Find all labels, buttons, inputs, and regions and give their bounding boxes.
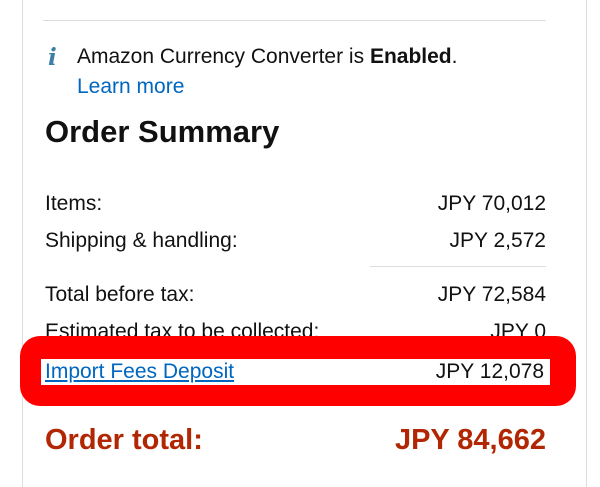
notice-suffix: . (451, 45, 458, 68)
currency-converter-notice: Amazon Currency Converter is Enabled. (77, 45, 457, 69)
import-fees-link[interactable]: Import Fees Deposit (45, 360, 234, 384)
shipping-label: Shipping & handling: (45, 229, 238, 252)
shipping-value: JPY 2,572 (449, 229, 546, 252)
subtotal-divider (370, 266, 546, 267)
items-row: Items: JPY 70,012 (45, 192, 546, 220)
top-divider (43, 20, 546, 21)
learn-more-link[interactable]: Learn more (77, 75, 184, 99)
before-tax-row: Total before tax: JPY 72,584 (45, 283, 546, 311)
order-total-row: Order total: JPY 84,662 (45, 424, 546, 464)
info-icon: i (48, 44, 57, 71)
shipping-row: Shipping & handling: JPY 2,572 (45, 229, 546, 257)
order-summary-title: Order Summary (45, 114, 280, 149)
items-label: Items: (45, 192, 103, 215)
converter-status: Enabled (369, 45, 452, 68)
before-tax-label: Total before tax: (45, 283, 195, 306)
import-fees-value: JPY 12,078 (435, 360, 544, 383)
order-total-value: JPY 84,662 (394, 424, 546, 456)
before-tax-value: JPY 72,584 (437, 283, 546, 306)
order-total-label: Order total: (45, 424, 203, 456)
notice-prefix: Amazon Currency Converter is (77, 45, 370, 68)
items-value: JPY 70,012 (437, 192, 546, 215)
import-fees-row: Import Fees Deposit JPY 12,078 (45, 360, 546, 388)
